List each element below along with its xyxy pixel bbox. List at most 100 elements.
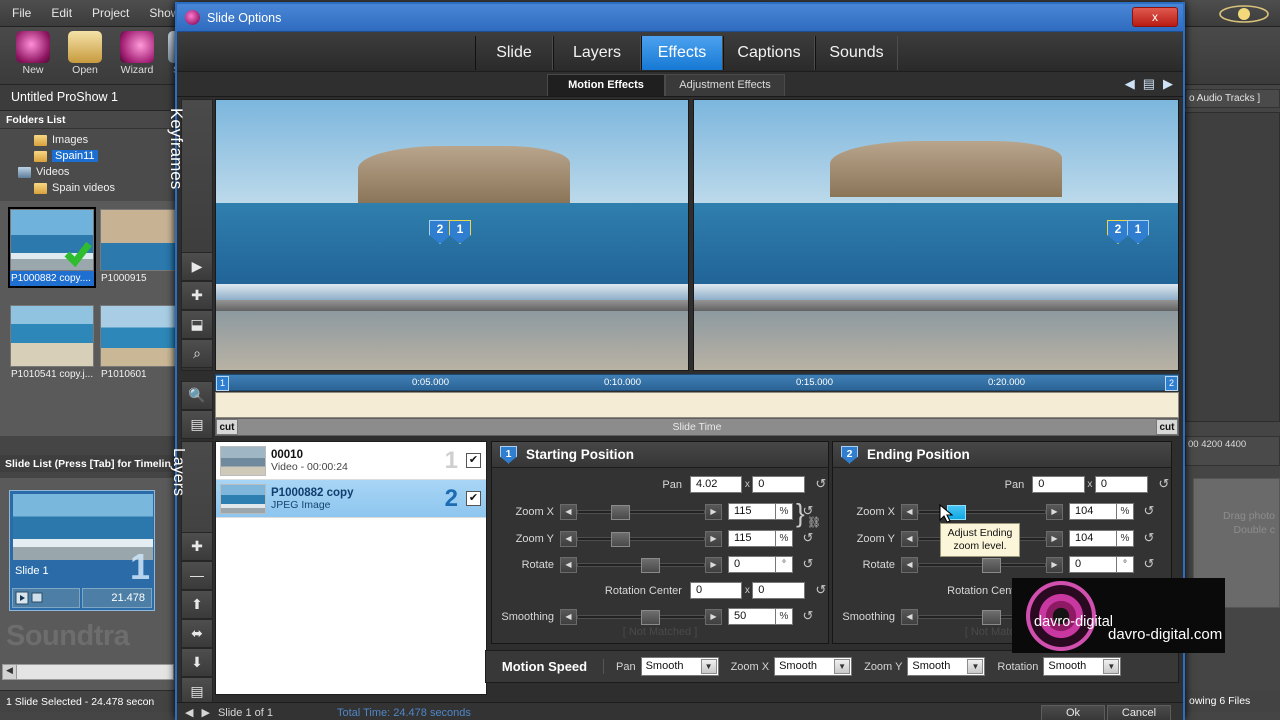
smoothing-slider-knob[interactable] bbox=[641, 609, 660, 625]
folder-item-spain11[interactable]: Spain11 bbox=[0, 148, 178, 164]
zoom-x-slider[interactable] bbox=[577, 504, 705, 520]
copy-icon[interactable]: ▤ bbox=[1143, 76, 1155, 92]
smoothing-input[interactable]: 50 bbox=[728, 608, 776, 625]
cut-right-button[interactable]: cut bbox=[1156, 419, 1178, 435]
list-icon[interactable]: ▤ bbox=[181, 410, 213, 439]
smoothing-reset-icon[interactable]: ↺ bbox=[800, 608, 816, 625]
folder-item-videos[interactable]: Videos bbox=[0, 164, 178, 180]
zoom-y-reset-icon[interactable]: ↺ bbox=[800, 530, 816, 547]
zoom-y-input[interactable]: 104 bbox=[1069, 530, 1117, 547]
rotate-decrease-icon[interactable]: ◀ bbox=[901, 556, 918, 573]
zoom-x-decrease-icon[interactable]: ◀ bbox=[560, 503, 577, 520]
move-up-icon[interactable]: ⬆ bbox=[181, 590, 213, 619]
smoothing-decrease-icon[interactable]: ◀ bbox=[560, 608, 577, 625]
rotation-center-x-input[interactable]: 0 bbox=[689, 582, 743, 599]
zoom-x-reset-icon[interactable]: ↺ bbox=[1141, 503, 1157, 520]
rotate-slider-knob[interactable] bbox=[982, 557, 1001, 573]
zoom-x-increase-icon[interactable]: ▶ bbox=[1046, 503, 1063, 520]
subtab-adjustment-effects[interactable]: Adjustment Effects bbox=[665, 74, 785, 96]
slide-card[interactable]: 1 Slide 1 21.478 bbox=[9, 490, 155, 611]
dialog-title-bar[interactable]: Slide Options x bbox=[177, 4, 1183, 32]
pan-y-input[interactable]: 0 bbox=[752, 476, 805, 493]
insert-keyframe-icon[interactable]: ⬓ bbox=[181, 310, 213, 339]
cancel-button[interactable]: Cancel bbox=[1107, 705, 1171, 720]
rotate-decrease-icon[interactable]: ◀ bbox=[560, 556, 577, 573]
zoom-x-decrease-icon[interactable]: ◀ bbox=[901, 503, 918, 520]
rotate-input[interactable]: 0 bbox=[1069, 556, 1117, 573]
tab-captions[interactable]: Captions bbox=[723, 36, 815, 70]
zoom-in-icon[interactable]: 🔍 bbox=[181, 381, 213, 410]
rotate-input[interactable]: 0 bbox=[728, 556, 776, 573]
horizontal-scrollbar[interactable]: ◀ bbox=[2, 664, 174, 680]
rotation-center-reset-icon[interactable]: ↺ bbox=[814, 582, 828, 599]
scroll-left-icon[interactable]: ◀ bbox=[3, 665, 17, 679]
subtab-motion-effects[interactable]: Motion Effects bbox=[547, 74, 665, 96]
smoothing-increase-icon[interactable]: ▶ bbox=[705, 608, 722, 625]
timeline-ruler[interactable]: 1 0:05.000 0:10.000 0:15.000 0:20.000 2 bbox=[215, 374, 1179, 391]
timeline-end-marker[interactable]: 2 bbox=[1165, 376, 1178, 391]
folder-item-spain-videos[interactable]: Spain videos bbox=[0, 180, 178, 196]
menu-edit[interactable]: Edit bbox=[51, 6, 72, 20]
timeline-start-marker[interactable]: 1 bbox=[216, 376, 229, 391]
zoom-x-input[interactable]: 104 bbox=[1069, 503, 1117, 520]
zoom-y-decrease-icon[interactable]: ◀ bbox=[560, 530, 577, 547]
arrow-left-icon[interactable]: ◀ bbox=[1125, 76, 1135, 92]
rotate-increase-icon[interactable]: ▶ bbox=[705, 556, 722, 573]
zoom-x-increase-icon[interactable]: ▶ bbox=[705, 503, 722, 520]
pan-x-input[interactable]: 0 bbox=[1032, 476, 1085, 493]
zoom-y-increase-icon[interactable]: ▶ bbox=[705, 530, 722, 547]
rotate-increase-icon[interactable]: ▶ bbox=[1046, 556, 1063, 573]
pan-speed-select[interactable]: Smooth ▼ bbox=[640, 657, 719, 676]
zoom-fit-icon[interactable]: ⌕ bbox=[181, 339, 213, 368]
chevron-down-icon[interactable]: ▼ bbox=[1103, 659, 1120, 674]
preview-end[interactable]: 2 1 bbox=[693, 99, 1179, 371]
tab-effects[interactable]: Effects bbox=[641, 36, 723, 70]
zoom-x-slider[interactable] bbox=[918, 504, 1046, 520]
pan-y-input[interactable]: 0 bbox=[1094, 476, 1148, 493]
table-row[interactable]: P1000882 copy JPEG Image 2 ✔ bbox=[216, 480, 486, 518]
zoom-y-reset-icon[interactable]: ↺ bbox=[1141, 530, 1157, 547]
rotate-slider[interactable] bbox=[577, 557, 705, 573]
rotate-slider[interactable] bbox=[918, 557, 1046, 573]
smoothing-slider[interactable] bbox=[577, 609, 705, 625]
ok-button[interactable]: Ok bbox=[1041, 705, 1105, 720]
menu-file[interactable]: File bbox=[12, 6, 31, 20]
slide-play-controls[interactable] bbox=[12, 588, 80, 608]
rotation-center-y-input[interactable]: 0 bbox=[752, 582, 805, 599]
zoom-x-speed-select[interactable]: Smooth ▼ bbox=[774, 657, 853, 676]
thumbnail-item[interactable]: P1000882 copy.... bbox=[8, 207, 96, 288]
move-down-icon[interactable]: ⬇ bbox=[181, 648, 213, 677]
layer-visibility-checkbox[interactable]: ✔ bbox=[466, 453, 481, 468]
zoom-y-slider-knob[interactable] bbox=[610, 531, 630, 547]
timeline-track[interactable] bbox=[215, 392, 1179, 418]
tab-slide[interactable]: Slide bbox=[475, 36, 553, 70]
arrow-right-icon[interactable]: ▶ bbox=[1163, 76, 1173, 92]
pan-reset-icon[interactable]: ↺ bbox=[1157, 476, 1171, 493]
play-icon[interactable]: ▶ bbox=[181, 252, 213, 281]
smoothing-slider-knob[interactable] bbox=[982, 609, 1001, 625]
chevron-down-icon[interactable]: ▼ bbox=[834, 659, 851, 674]
folder-item-images[interactable]: Images bbox=[0, 132, 178, 148]
zoom-y-increase-icon[interactable]: ▶ bbox=[1046, 530, 1063, 547]
rotation-speed-select[interactable]: Smooth ▼ bbox=[1043, 657, 1122, 676]
rotate-reset-icon[interactable]: ↺ bbox=[800, 556, 816, 573]
zoom-x-input[interactable]: 115 bbox=[728, 503, 776, 520]
remove-layer-icon[interactable]: — bbox=[181, 561, 213, 590]
layer-visibility-checkbox[interactable]: ✔ bbox=[466, 491, 481, 506]
toolbar-wizard-button[interactable]: Wizard bbox=[112, 31, 162, 76]
zoom-y-slider[interactable] bbox=[577, 531, 705, 547]
pan-reset-icon[interactable]: ↺ bbox=[814, 476, 828, 493]
chevron-down-icon[interactable]: ▼ bbox=[967, 659, 984, 674]
zoom-y-input[interactable]: 115 bbox=[728, 530, 776, 547]
table-row[interactable]: 00010 Video - 00:00:24 1 ✔ bbox=[216, 442, 486, 480]
chevron-down-icon[interactable]: ▼ bbox=[700, 659, 717, 674]
toolbar-new-button[interactable]: New bbox=[8, 31, 58, 76]
menu-project[interactable]: Project bbox=[92, 6, 129, 20]
keyframe-timeline[interactable]: 1 0:05.000 0:10.000 0:15.000 0:20.000 2 … bbox=[215, 374, 1179, 436]
close-button[interactable]: x bbox=[1132, 7, 1178, 27]
rotate-reset-icon[interactable]: ↺ bbox=[1141, 556, 1157, 573]
next-slide-icon[interactable]: ▶ bbox=[201, 706, 209, 719]
cut-left-button[interactable]: cut bbox=[216, 419, 238, 435]
prev-slide-icon[interactable]: ◀ bbox=[185, 706, 193, 719]
toolbar-open-button[interactable]: Open bbox=[60, 31, 110, 76]
